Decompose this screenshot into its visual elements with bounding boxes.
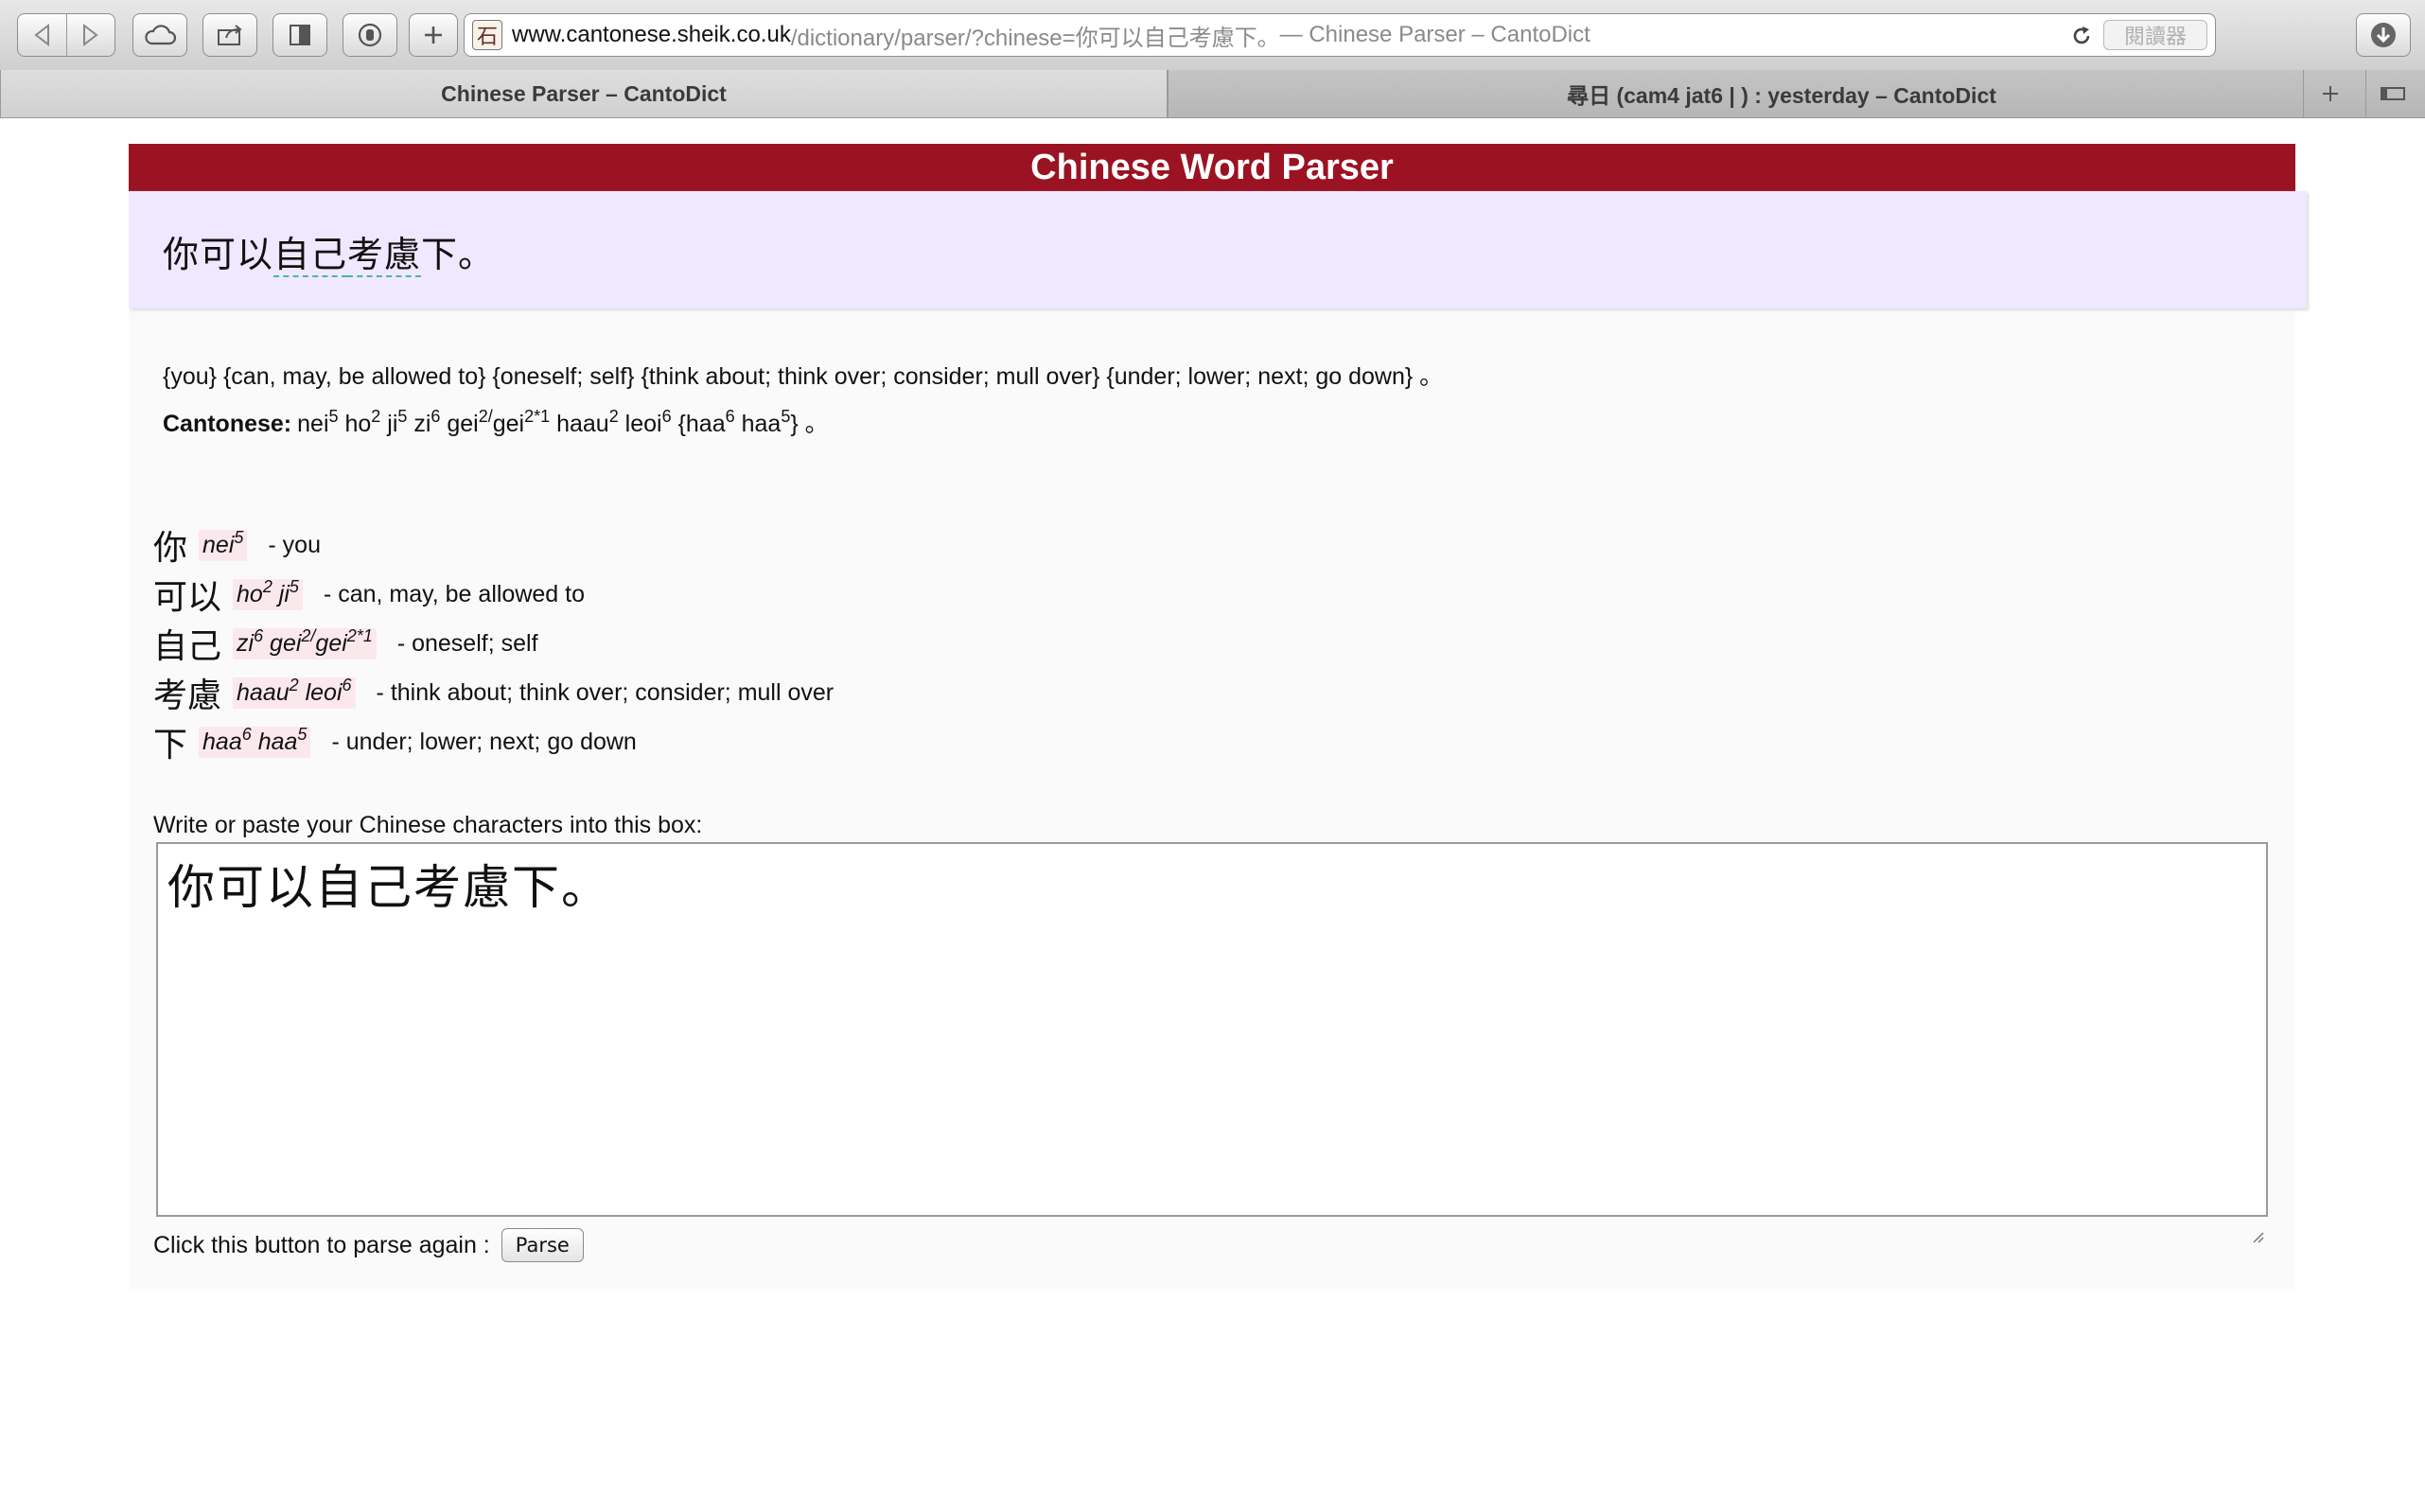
tab-overview-icon [2380, 79, 2406, 109]
word-hanzi[interactable]: 自己 [153, 619, 221, 668]
sentence-segment: 你可以 [163, 234, 274, 275]
cantonese-label: Cantonese: [163, 411, 292, 437]
word-definition: - think about; think over; consider; mul… [376, 678, 835, 706]
address-bar[interactable]: 石 www.cantonese.sheik.co.uk/dictionary/p… [464, 13, 2216, 57]
tab-label: Chinese Parser – CantoDict [441, 80, 727, 106]
reload-icon[interactable] [2067, 22, 2096, 50]
downloads-button[interactable] [2356, 13, 2411, 57]
word-definition: - you [268, 531, 321, 558]
sidebar-button[interactable] [272, 13, 327, 57]
plus-icon [2322, 79, 2339, 109]
list-item: 下 haa6 haa5 - under; lower; next; go dow… [153, 717, 834, 766]
word-hanzi[interactable]: 你 [153, 520, 187, 570]
url-page-title: — Chinese Parser – CantoDict [1279, 22, 1590, 47]
new-tab-button[interactable] [409, 13, 458, 57]
parsed-sentence-box: 你可以自己考慮下。 [129, 191, 2307, 308]
word-definition: - oneself; self [396, 629, 538, 657]
word-breakdown-list: 你 nei5 - you 可以 ho2 ji5 - can, may, be a… [153, 520, 834, 766]
reader-button[interactable]: 閱讀器 [2103, 20, 2207, 50]
word-hanzi[interactable]: 考慮 [153, 668, 221, 717]
browser-toolbar: 石 www.cantonese.sheik.co.uk/dictionary/p… [0, 0, 2425, 71]
textarea-value: 你可以自己考慮下。 [167, 860, 610, 915]
icloud-tabs-button[interactable] [132, 13, 187, 57]
input-label: Write or paste your Chinese characters i… [153, 812, 703, 838]
chinese-input-textarea[interactable]: 你可以自己考慮下。 [156, 842, 2268, 1243]
word-link-haauleoi[interactable]: 考慮 [347, 234, 422, 277]
resize-grip-icon[interactable] [2251, 1200, 2264, 1243]
list-item: 自己 zi6 gei2/gei2*1 - oneself; self [153, 619, 834, 668]
parsed-sentence: 你可以自己考慮下。 [163, 225, 495, 277]
word-jyutping: haa6 haa5 [199, 726, 311, 758]
back-icon[interactable] [33, 24, 52, 46]
download-icon [2369, 21, 2398, 49]
extension-button[interactable] [343, 13, 397, 57]
book-icon [287, 23, 313, 47]
plus-icon [423, 25, 444, 45]
share-button[interactable] [202, 13, 257, 57]
word-jyutping: haau2 leoi6 [233, 677, 356, 709]
url-host: www.cantonese.sheik.co.uk [512, 22, 791, 47]
word-jyutping: nei5 [199, 529, 248, 561]
tab-chinese-parser[interactable]: Chinese Parser – CantoDict [0, 70, 1168, 117]
word-definition: - can, may, be allowed to [323, 580, 585, 607]
word-jyutping: zi6 gei2/gei2*1 [233, 627, 377, 659]
cantonese-romanisation: Cantonese: nei5 ho2 ji5 zi6 gei2/gei2*1 h… [163, 407, 829, 437]
parse-row: Click this button to parse again : Parse [153, 1228, 584, 1262]
share-icon [216, 23, 244, 47]
parse-button[interactable]: Parse [501, 1228, 584, 1262]
shield-icon [358, 23, 382, 47]
word-definition: - under; lower; next; go down [331, 728, 637, 755]
page-title: Chinese Word Parser [129, 144, 2295, 191]
tab-bar: Chinese Parser – CantoDict 尋日 (cam4 jat6… [0, 70, 2425, 118]
list-item: 可以 ho2 ji5 - can, may, be allowed to [153, 570, 834, 619]
word-jyutping: ho2 ji5 [233, 578, 303, 610]
site-favicon-icon: 石 [472, 20, 502, 50]
sentence-segment: 下。 [421, 234, 496, 275]
list-item: 考慮 haau2 leoi6 - think about; think over… [153, 668, 834, 717]
parser-page: Chinese Word Parser 你可以自己考慮下。 {you} {can… [129, 144, 2307, 1289]
back-forward-control[interactable] [17, 13, 115, 57]
parse-prompt: Click this button to parse again : [153, 1231, 490, 1258]
english-glosses: {you} {can, may, be allowed to} {oneself… [163, 363, 1444, 390]
tab-yesterday[interactable]: 尋日 (cam4 jat6 | ) : yesterday – CantoDic… [1168, 70, 2425, 117]
cloud-icon [144, 24, 176, 46]
add-tab-button[interactable] [2303, 70, 2357, 117]
word-hanzi[interactable]: 可以 [153, 570, 221, 619]
tab-overview-button[interactable] [2365, 70, 2419, 117]
url-path: /dictionary/parser/?chinese=你可以自己考慮下。 [790, 25, 1280, 51]
forward-icon[interactable] [80, 24, 99, 46]
word-link-ziji[interactable]: 自己 [273, 234, 348, 277]
word-hanzi[interactable]: 下 [153, 717, 187, 766]
tab-label: 尋日 (cam4 jat6 | ) : yesterday – CantoDic… [1567, 83, 1996, 108]
list-item: 你 nei5 - you [153, 520, 834, 570]
